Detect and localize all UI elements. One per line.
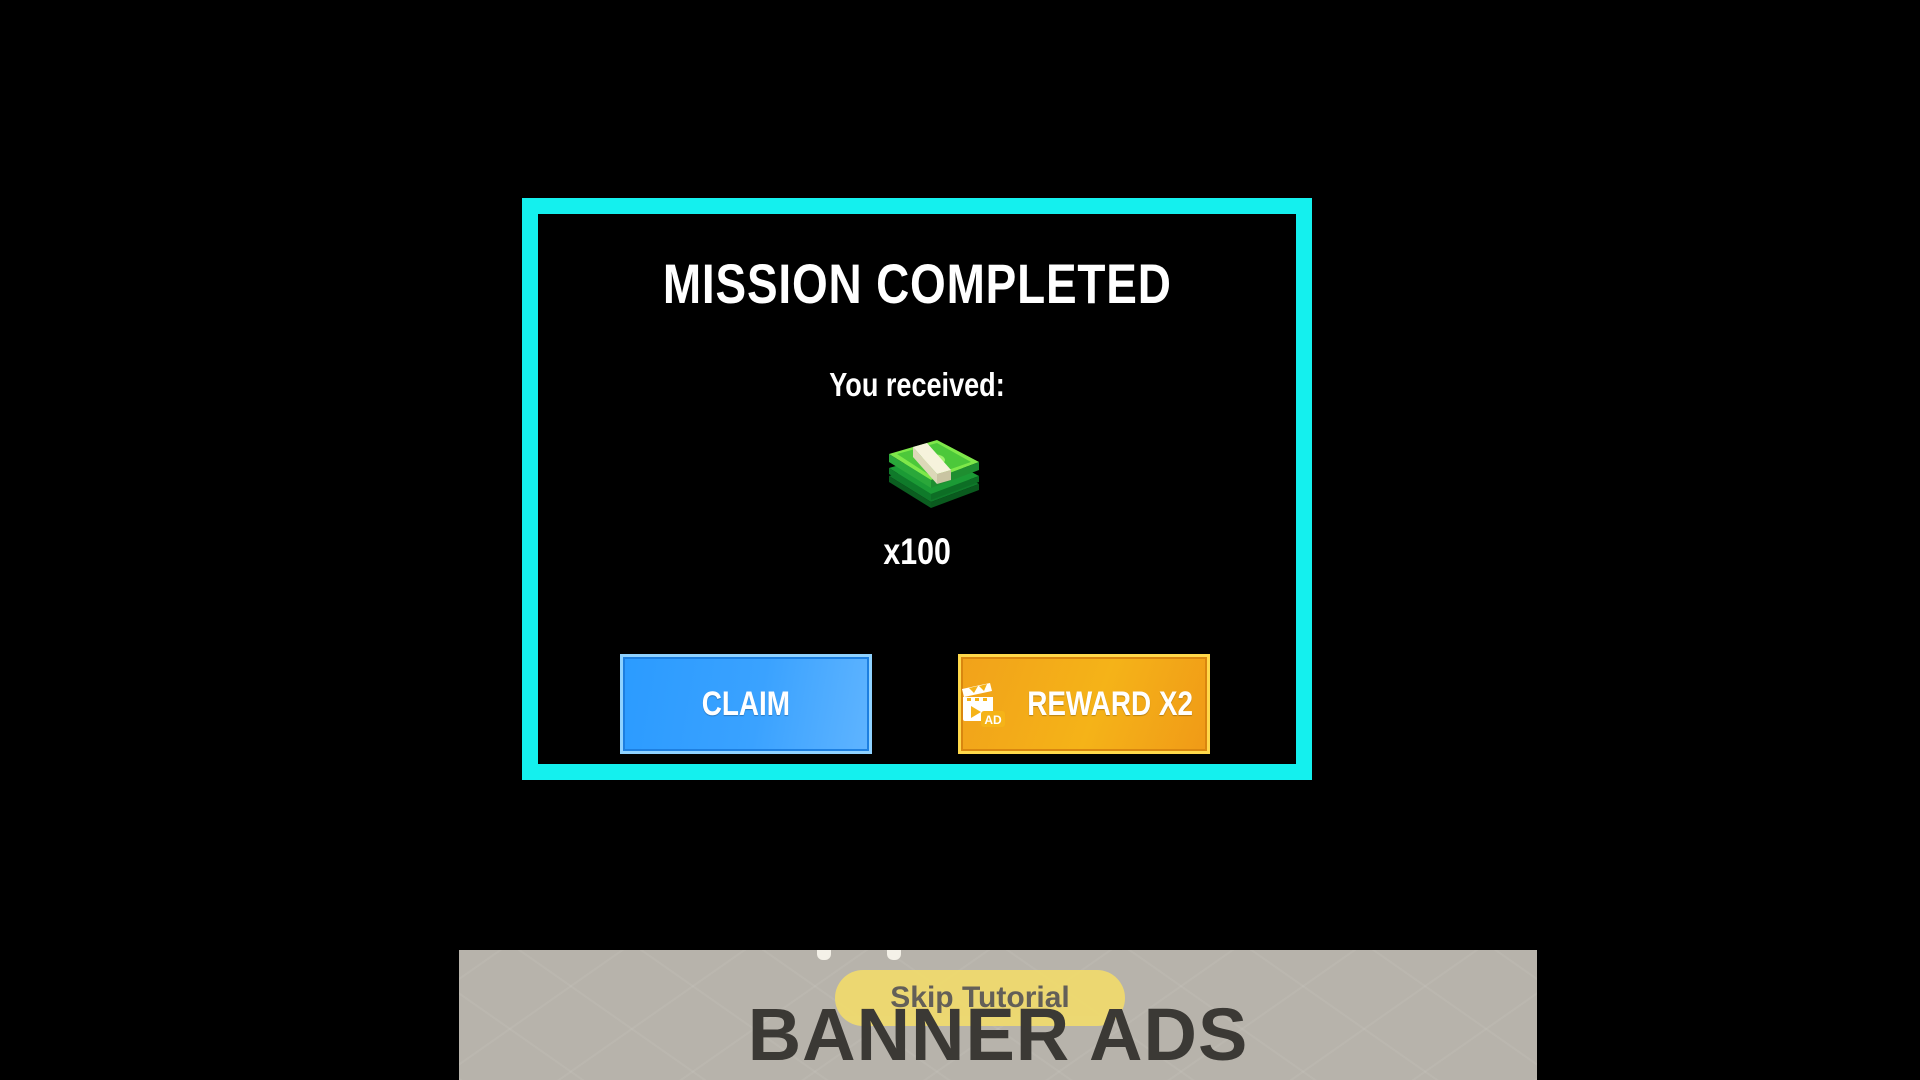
claim-button-label: CLAIM — [701, 685, 791, 723]
banner-ad[interactable]: Skip Tutorial BANNER ADS — [459, 950, 1537, 1080]
reward-amount: x100 — [883, 531, 951, 572]
banner-decoration — [817, 950, 831, 960]
cash-stack-icon — [889, 440, 979, 508]
reward-x2-button-label: REWARD X2 — [1027, 685, 1193, 723]
mission-completed-dialog: MISSION COMPLETED You received: x100 CLA… — [522, 198, 1312, 780]
received-label: You received: — [829, 366, 1005, 403]
reward-x2-button[interactable]: AD REWARD X2 — [958, 654, 1210, 754]
claim-button[interactable]: CLAIM — [620, 654, 872, 754]
dialog-title: MISSION COMPLETED — [662, 252, 1172, 315]
banner-ads-label: BANNER ADS — [747, 993, 1249, 1076]
banner-decoration — [887, 950, 901, 960]
video-ad-icon: AD — [961, 683, 1005, 727]
svg-text:AD: AD — [984, 713, 1002, 727]
